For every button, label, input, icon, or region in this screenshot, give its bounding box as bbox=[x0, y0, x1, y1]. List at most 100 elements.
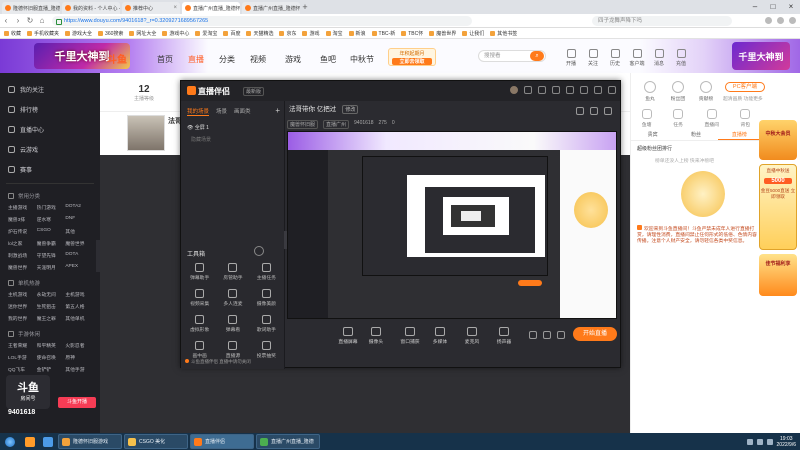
contribution-button[interactable]: 贡献榜 bbox=[693, 81, 719, 102]
bookmark-item[interactable]: 手机收藏夹 bbox=[27, 30, 59, 37]
header-recharge-button[interactable]: 充值 bbox=[670, 49, 692, 67]
right-feature-item[interactable]: 直播间 bbox=[704, 109, 719, 128]
sidebar-category-link[interactable]: 热门游戏 bbox=[37, 204, 66, 211]
maximize-icon[interactable] bbox=[594, 86, 602, 94]
taskbar-app[interactable]: CSGO 美化 bbox=[124, 434, 188, 449]
taskbar-pin[interactable] bbox=[40, 434, 56, 449]
new-tab-button[interactable]: + bbox=[300, 2, 310, 14]
sidebar-category-link[interactable]: 其他手游 bbox=[65, 366, 94, 373]
preview-canvas[interactable] bbox=[287, 131, 617, 319]
sidebar-category-link[interactable]: CSGO bbox=[37, 228, 66, 235]
toolbox-item[interactable]: 弹幕助手 bbox=[183, 263, 216, 281]
sidebar-category-link[interactable]: 刺激战场 bbox=[8, 252, 37, 259]
mail-icon[interactable] bbox=[524, 86, 532, 94]
scene-sub-item[interactable]: 隐藏场景 bbox=[187, 136, 284, 143]
browser-tab[interactable]: 隆德怀旧服直播_隆德怀旧服游× bbox=[2, 2, 60, 14]
sidebar-category-link[interactable]: DOTA bbox=[65, 252, 94, 259]
sidebar-item-esports[interactable]: 赛事 bbox=[0, 159, 100, 179]
sidebar-category-link[interactable]: 逆水寒 bbox=[37, 216, 66, 223]
record-icon[interactable] bbox=[529, 331, 537, 339]
fanclub-button[interactable]: 粉丝团 bbox=[665, 81, 691, 102]
sidebar-category-link[interactable]: 火影忍者 bbox=[65, 342, 94, 349]
bookmark-item[interactable]: 游戏大全 bbox=[65, 30, 92, 37]
toolbox-item[interactable]: 主播任务 bbox=[250, 263, 283, 281]
sidebar-item-rank[interactable]: 排行榜 bbox=[0, 99, 100, 119]
sidebar-section-title[interactable]: 常用分类 bbox=[0, 188, 100, 204]
sidebar-section-title[interactable]: 单机热游 bbox=[0, 275, 100, 291]
network-icon[interactable] bbox=[746, 438, 753, 445]
sidebar-category-link[interactable]: 使命召唤 bbox=[37, 354, 66, 361]
sidebar-category-link[interactable]: 我的世界 bbox=[8, 315, 37, 322]
sidebar-category-link[interactable]: 王者荣耀 bbox=[8, 342, 37, 349]
browser-tab[interactable]: 推荐中心 × bbox=[122, 2, 180, 14]
taskbar-app[interactable]: 隆德怀旧服游戏 bbox=[58, 434, 122, 449]
sidebar-category-link[interactable]: 和平精英 bbox=[37, 342, 66, 349]
browser-tab[interactable]: 直播广州直播_隆德怀旧服× bbox=[242, 2, 300, 14]
sidebar-category-link[interactable]: 魔兽世界 bbox=[65, 240, 94, 247]
right-feature-item[interactable]: 背包 bbox=[740, 109, 751, 128]
nav-video[interactable]: 视频 bbox=[250, 54, 266, 65]
sidebar-category-link[interactable]: 主机游戏 bbox=[65, 291, 94, 298]
forward-icon[interactable]: › bbox=[12, 16, 24, 25]
start-button[interactable] bbox=[0, 433, 20, 450]
eye-icon[interactable] bbox=[543, 331, 551, 339]
menu-icon[interactable] bbox=[789, 17, 796, 24]
sidebar-category-link[interactable]: 天涯明月 bbox=[37, 264, 66, 271]
sidebar-category-link[interactable]: 生死狙击 bbox=[37, 303, 66, 310]
avatar[interactable] bbox=[127, 115, 165, 151]
toolbox-item[interactable]: 直播源 bbox=[216, 341, 249, 359]
room-meta-item[interactable]: 魔兽怀旧服 bbox=[287, 120, 319, 129]
bookmark-item[interactable]: 淘宝 bbox=[325, 30, 343, 37]
maximize-icon[interactable]: □ bbox=[764, 0, 782, 14]
scene-item[interactable]: 👁 全屏 1 bbox=[187, 124, 284, 131]
toolbox-item[interactable]: 摄像美颜 bbox=[250, 289, 283, 307]
bookmark-item[interactable]: 网址大全 bbox=[129, 30, 156, 37]
bookmark-item[interactable]: 其他书签 bbox=[490, 30, 517, 37]
sidebar-category-link[interactable]: 魔兽争霸 bbox=[37, 240, 66, 247]
bookmark-item[interactable]: TBC怀 bbox=[401, 30, 423, 37]
gift-icon[interactable] bbox=[590, 107, 598, 115]
ad-banner-3[interactable]: 佳节福利享 bbox=[759, 254, 797, 296]
bookmark-item[interactable]: 天猫精选 bbox=[246, 30, 273, 37]
toolbox-item[interactable]: 视频采集 bbox=[183, 289, 216, 307]
chart-icon[interactable] bbox=[604, 107, 612, 115]
toolbox-item[interactable]: 多人连麦 bbox=[216, 289, 249, 307]
settings-icon[interactable] bbox=[552, 86, 560, 94]
add-scene-button[interactable]: + bbox=[275, 106, 280, 115]
taskbar-pin[interactable] bbox=[22, 434, 38, 449]
header-banner-right[interactable]: 千里大神到 bbox=[732, 42, 790, 70]
sidebar-category-link[interactable]: lol之家 bbox=[8, 240, 37, 247]
search-icon[interactable]: ⌕ bbox=[530, 51, 544, 61]
bookmark-item[interactable]: 魔兽世界 bbox=[429, 30, 456, 37]
bookmark-item[interactable]: 京东 bbox=[279, 30, 296, 37]
minimize-icon[interactable]: – bbox=[746, 0, 764, 14]
scene-tab[interactable]: 画面类 bbox=[234, 107, 251, 116]
sidebar-category-link[interactable]: 其他 bbox=[65, 228, 94, 235]
source-button[interactable]: 摄像头 bbox=[363, 327, 389, 345]
clock[interactable]: 19:03 2022/9/6 bbox=[777, 436, 796, 448]
toolbox-toggle-icon[interactable] bbox=[254, 246, 264, 256]
header-history-button[interactable]: 历史 bbox=[604, 49, 626, 67]
bookmark-item[interactable]: 游戏中心 bbox=[162, 30, 189, 37]
scene-tab[interactable]: 我的场景 bbox=[187, 107, 210, 116]
toolbox-item[interactable]: 虚拟形象 bbox=[183, 315, 216, 333]
right-tab[interactable]: 粉丝 bbox=[674, 129, 717, 140]
settings-icon[interactable] bbox=[557, 331, 565, 339]
close-tab-icon[interactable]: × bbox=[173, 5, 177, 11]
menu-icon[interactable] bbox=[566, 86, 574, 94]
avatar[interactable] bbox=[510, 86, 518, 94]
sidebar-category-link[interactable]: 迷你世界 bbox=[8, 303, 37, 310]
sidebar-category-link[interactable]: 其他单机 bbox=[65, 315, 94, 322]
nav-festival[interactable]: 中秋节 bbox=[350, 54, 374, 65]
browser-search-input[interactable]: 四子龙舞声降下吗 bbox=[592, 16, 732, 26]
nav-live[interactable]: 直播 bbox=[188, 54, 204, 65]
source-button[interactable]: 麦克风 bbox=[459, 327, 485, 345]
toolbox-item[interactable]: 房管助手 bbox=[216, 263, 249, 281]
scene-tab[interactable]: 场景 bbox=[216, 107, 227, 116]
sidebar-category-link[interactable]: 炉石传说 bbox=[8, 228, 37, 235]
sidebar-item-cloudgame[interactable]: 云游戏 bbox=[0, 139, 100, 159]
sidebar-category-link[interactable]: QQ飞车 bbox=[8, 366, 37, 373]
sidebar-category-link[interactable]: 守望先锋 bbox=[37, 252, 66, 259]
bookmark-item[interactable]: 收藏 bbox=[4, 30, 21, 37]
close-icon[interactable]: × bbox=[782, 0, 800, 14]
